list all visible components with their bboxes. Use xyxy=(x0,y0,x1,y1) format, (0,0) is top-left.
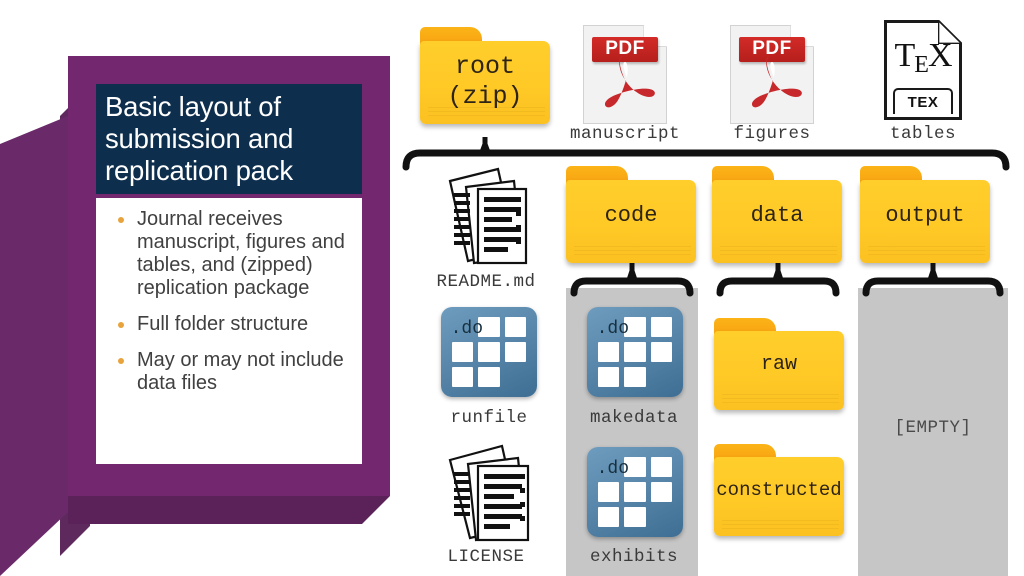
do-file-icon-makedata[interactable]: .do xyxy=(587,307,683,397)
pdf-file-icon-figures[interactable]: PDF xyxy=(730,25,814,124)
adobe-swirl-icon xyxy=(604,56,655,108)
do-cell xyxy=(650,456,673,478)
folder-icon-root[interactable]: root (zip) xyxy=(420,27,550,124)
do-cell xyxy=(650,341,673,363)
pdf-file-icon-manuscript[interactable]: PDF xyxy=(583,25,667,124)
file-label-readme: README.md xyxy=(436,272,536,292)
tex-file-icon-tables[interactable]: TEX TEX xyxy=(884,20,962,120)
do-cell xyxy=(624,481,646,503)
file-label-exhibits: exhibits xyxy=(589,547,678,567)
page-title: Basic layout of submission and replicati… xyxy=(105,91,294,186)
do-cell xyxy=(505,367,526,387)
folder-icon-raw[interactable]: raw xyxy=(714,318,844,410)
folder-icon-output[interactable]: output xyxy=(860,166,990,263)
connector-bracket-code xyxy=(570,263,694,297)
do-file-icon-exhibits[interactable]: .do xyxy=(587,447,683,537)
file-label-license: LICENSE xyxy=(447,547,525,567)
do-cell xyxy=(597,366,620,388)
do-file-icon-runfile[interactable]: .do xyxy=(441,307,537,397)
do-extension-label: .do xyxy=(596,318,629,339)
folder-icon-data[interactable]: data xyxy=(712,166,842,263)
do-cell xyxy=(651,507,672,527)
do-cell xyxy=(504,341,527,363)
do-cell xyxy=(650,481,673,503)
document-stack-icon-readme[interactable] xyxy=(430,165,542,273)
bullet-list: Journal receives manuscript, figures and… xyxy=(102,208,354,395)
do-cell xyxy=(451,341,474,363)
do-extension-label: .do xyxy=(450,318,483,339)
list-item: Full folder structure xyxy=(102,313,354,336)
do-cell xyxy=(451,366,474,388)
tex-badge: TEX xyxy=(893,88,953,114)
folder-icon-code[interactable]: code xyxy=(566,166,696,263)
do-cell xyxy=(624,506,646,528)
do-cell xyxy=(624,341,646,363)
connector-bracket-data xyxy=(716,263,840,297)
connector-bracket-output xyxy=(862,263,1004,297)
do-extension-label: .do xyxy=(596,458,629,479)
slide-canvas: Basic layout of submission and replicati… xyxy=(0,0,1024,576)
slide-title-box: Basic layout of submission and replicati… xyxy=(96,84,362,194)
do-cell xyxy=(504,316,527,338)
do-cell xyxy=(597,481,620,503)
adobe-swirl-icon xyxy=(751,56,802,108)
do-cell xyxy=(597,506,620,528)
folder-label-raw: raw xyxy=(760,352,797,376)
do-cell xyxy=(624,366,646,388)
slide-body-box: Journal receives manuscript, figures and… xyxy=(96,198,362,464)
do-cell xyxy=(597,341,620,363)
do-cell xyxy=(650,316,673,338)
do-cell xyxy=(478,341,500,363)
do-cell xyxy=(651,367,672,387)
folder-label-root: root (zip) xyxy=(447,52,523,112)
list-item: May or may not include data files xyxy=(102,349,354,395)
list-item: Journal receives manuscript, figures and… xyxy=(102,208,354,300)
folder-label-constructed: constructed xyxy=(716,478,842,501)
tex-glyph: TEX xyxy=(894,37,952,78)
file-label-runfile: runfile xyxy=(450,408,528,428)
folder-label-output: output xyxy=(885,202,965,228)
do-cell xyxy=(478,366,500,388)
callout-bottom-bevel xyxy=(68,496,390,524)
folder-label-data: data xyxy=(750,202,804,228)
file-label-makedata: makedata xyxy=(589,408,678,428)
empty-placeholder-output: [EMPTY] xyxy=(894,418,972,438)
folder-icon-constructed[interactable]: constructed xyxy=(714,444,844,536)
document-stack-icon-license[interactable] xyxy=(432,440,544,548)
folder-label-code: code xyxy=(604,202,658,228)
